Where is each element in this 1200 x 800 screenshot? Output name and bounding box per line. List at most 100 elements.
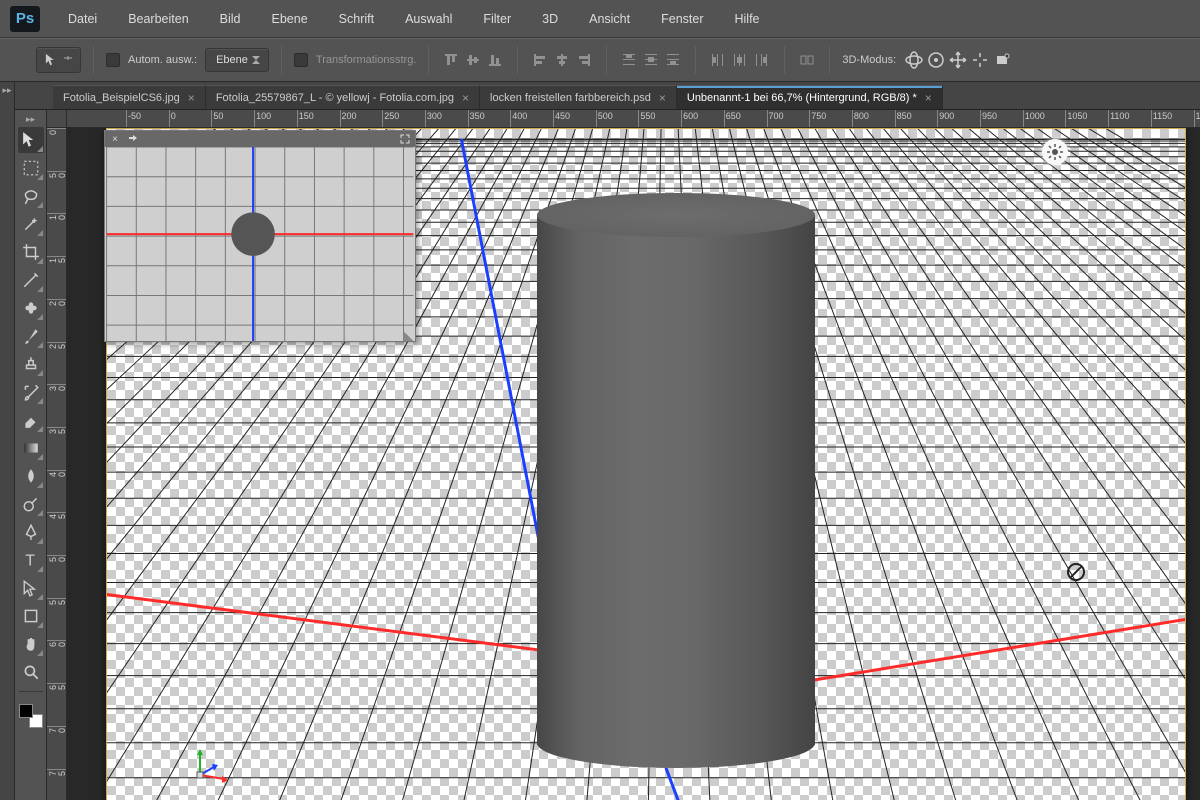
3d-roll-icon[interactable] [926,50,946,70]
align-top-icon[interactable] [441,50,461,70]
separator [281,46,282,74]
3d-axis-gizmo[interactable] [190,745,230,785]
brush-tool[interactable] [18,323,44,349]
expand-left-icon[interactable]: ▸▸ [0,82,14,96]
zoom-tool[interactable] [18,659,44,685]
menu-auswahl[interactable]: Auswahl [392,8,465,30]
3d-mode-group [904,50,1012,70]
maximize-icon[interactable] [399,133,411,145]
crop-tool[interactable] [18,239,44,265]
document-tabs-bar: Fotolia_BeispielCS6.jpg × Fotolia_2557986… [15,82,1200,110]
clone-stamp-tool[interactable] [18,351,44,377]
auto-select-dropdown[interactable]: Ebene [205,48,269,72]
shape-tool[interactable] [18,603,44,629]
separator [784,46,785,74]
hand-tool[interactable] [18,631,44,657]
document-tab-active[interactable]: Unbenannt-1 bei 66,7% (Hintergrund, RGB/… [677,85,943,109]
3d-slide-icon[interactable] [970,50,990,70]
align-right-icon[interactable] [574,50,594,70]
3d-orbit-icon[interactable] [904,50,924,70]
distribute-hmid-icon[interactable] [730,50,750,70]
tools-panel: ▸▸ T [15,110,47,800]
menu-ansicht[interactable]: Ansicht [576,8,643,30]
horizontal-ruler[interactable]: -500501001502002503003504004505005506006… [67,110,1200,128]
transform-controls-checkbox[interactable] [294,53,308,67]
menu-hilfe[interactable]: Hilfe [722,8,773,30]
eyedropper-tool[interactable] [18,267,44,293]
menu-fenster[interactable]: Fenster [648,8,716,30]
close-icon[interactable]: × [188,91,195,105]
vertical-ruler[interactable]: 0501001502002503003504004505005506006507… [47,128,67,800]
align-group-1 [441,50,505,70]
3d-cylinder-mesh[interactable] [537,193,815,768]
eraser-tool[interactable] [18,407,44,433]
auto-select-checkbox[interactable] [106,53,120,67]
3d-light-widget[interactable] [1042,139,1068,165]
separator [517,46,518,74]
options-bar: Autom. ausw.: Ebene Transformationsstrg.… [0,38,1200,82]
3d-pan-icon[interactable] [948,50,968,70]
separator [606,46,607,74]
distribute-bottom-icon[interactable] [663,50,683,70]
align-left-icon[interactable] [530,50,550,70]
gradient-tool[interactable] [18,435,44,461]
lasso-tool[interactable] [18,183,44,209]
magic-wand-tool[interactable] [18,211,44,237]
distribute-vmid-icon[interactable] [641,50,661,70]
close-icon[interactable]: × [462,91,469,105]
auto-align-icon[interactable] [797,50,817,70]
cylinder-top [537,193,815,237]
align-hmid-icon[interactable] [552,50,572,70]
move-tool-indicator[interactable] [36,47,81,73]
close-icon[interactable]: × [109,133,121,145]
cylinder-bottom [537,718,815,768]
not-allowed-cursor-icon [1067,563,1085,581]
expand-tools-icon[interactable]: ▸▸ [15,114,46,125]
swap-views-icon[interactable] [127,133,139,145]
tab-label: Fotolia_BeispielCS6.jpg [63,92,180,104]
separator [829,46,830,74]
path-selection-tool[interactable] [18,575,44,601]
close-icon[interactable]: × [925,91,932,105]
distribute-right-icon[interactable] [752,50,772,70]
canvas-area[interactable]: × [67,128,1200,800]
cylinder-body [537,215,815,745]
menu-bar: Ps Datei Bearbeiten Bild Ebene Schrift A… [0,0,1200,38]
align-bottom-icon[interactable] [485,50,505,70]
pen-tool[interactable] [18,519,44,545]
distribute-top-icon[interactable] [619,50,639,70]
secondary-view-titlebar[interactable]: × [105,131,415,147]
distribute-group-2 [708,50,772,70]
menu-schrift[interactable]: Schrift [326,8,387,30]
type-tool[interactable]: T [18,547,44,573]
menu-bild[interactable]: Bild [207,8,254,30]
align-vmid-icon[interactable] [463,50,483,70]
ruler-origin[interactable] [47,110,67,128]
blur-tool[interactable] [18,463,44,489]
3d-scale-icon[interactable] [992,50,1012,70]
document-tab[interactable]: locken freistellen farbbereich.psd × [480,85,677,109]
menu-datei[interactable]: Datei [55,8,110,30]
document-tab[interactable]: Fotolia_25579867_L - © yellowj - Fotolia… [206,85,480,109]
separator [428,46,429,74]
foreground-background-colors[interactable] [19,704,43,728]
app-logo: Ps [10,6,40,32]
tab-label: locken freistellen farbbereich.psd [490,92,651,104]
dodge-tool[interactable] [18,491,44,517]
close-icon[interactable]: × [659,91,666,105]
move-tool[interactable] [18,127,44,153]
left-panel-dock: ▸▸ [0,82,15,800]
document-tab[interactable]: Fotolia_BeispielCS6.jpg × [53,85,206,109]
secondary-3d-view[interactable]: × [104,130,416,342]
tab-label: Unbenannt-1 bei 66,7% (Hintergrund, RGB/… [687,92,917,104]
history-brush-tool[interactable] [18,379,44,405]
healing-brush-tool[interactable] [18,295,44,321]
menu-ebene[interactable]: Ebene [259,8,321,30]
distribute-left-icon[interactable] [708,50,728,70]
menu-bearbeiten[interactable]: Bearbeiten [115,8,201,30]
menu-filter[interactable]: Filter [470,8,524,30]
menu-3d[interactable]: 3D [529,8,571,30]
auto-align-group [797,50,817,70]
marquee-tool[interactable] [18,155,44,181]
secondary-view-body[interactable] [105,147,415,341]
